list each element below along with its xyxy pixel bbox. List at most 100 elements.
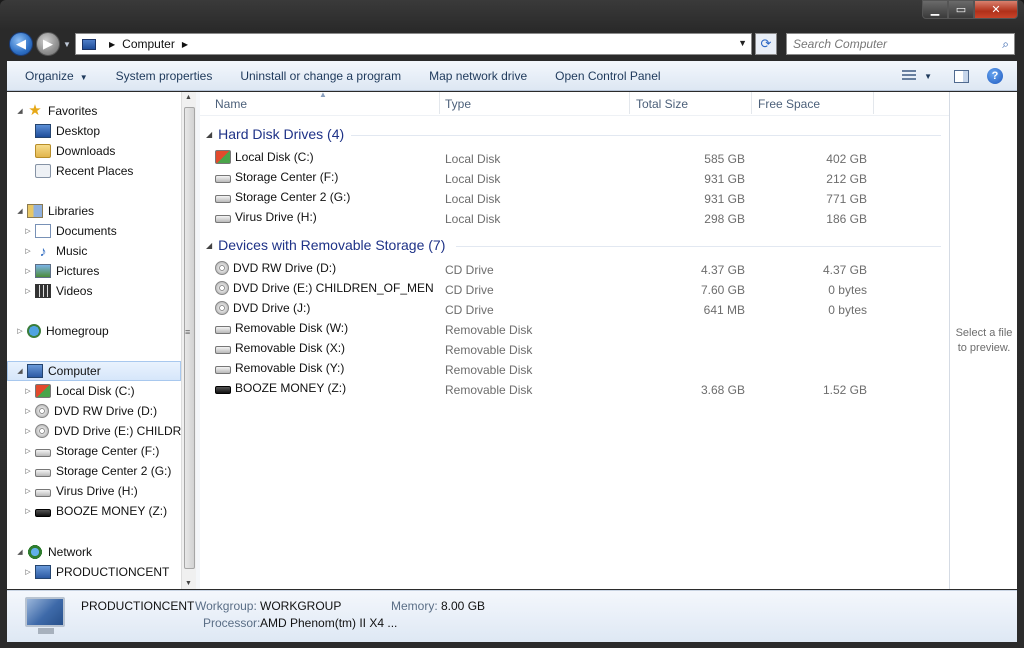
file-name[interactable]: DVD Drive (E:) CHILDREN_OF_MEN — [215, 281, 434, 295]
collapse-icon[interactable]: ◢ — [206, 130, 212, 139]
tree-videos[interactable]: ▷ Videos — [23, 281, 92, 300]
view-options-dropdown[interactable]: ▼ — [924, 72, 932, 81]
file-name[interactable]: Removable Disk (X:) — [215, 341, 345, 355]
expand-icon[interactable]: ▷ — [23, 387, 33, 395]
column-divider[interactable] — [873, 92, 874, 114]
tree-drive[interactable]: ▷ DVD RW Drive (D:) — [23, 401, 157, 420]
column-total-size[interactable]: Total Size — [636, 97, 688, 111]
refresh-button[interactable]: ⟳ — [755, 33, 777, 55]
file-row[interactable]: Removable Disk (W:) Removable Disk — [200, 319, 949, 339]
expand-icon[interactable]: ▷ — [23, 227, 33, 235]
file-row[interactable]: DVD Drive (E:) CHILDREN_OF_MEN CD Drive 7.… — [200, 279, 949, 299]
scroll-down-icon[interactable]: ▼ — [185, 580, 192, 587]
search-input[interactable]: Search Computer ⌕ — [786, 33, 1015, 55]
system-properties-button[interactable]: System properties — [102, 69, 227, 83]
minimize-button[interactable]: ▁ — [922, 0, 948, 19]
file-name[interactable]: DVD RW Drive (D:) — [215, 261, 336, 275]
map-network-drive-button[interactable]: Map network drive — [415, 69, 541, 83]
column-divider[interactable] — [439, 92, 440, 114]
hard-drive-icon — [215, 195, 231, 203]
collapse-icon[interactable]: ◢ — [15, 207, 25, 215]
file-name[interactable]: Removable Disk (Y:) — [215, 361, 344, 375]
expand-icon[interactable]: ▷ — [23, 427, 33, 435]
column-name[interactable]: Name — [215, 97, 247, 111]
breadcrumb-separator[interactable]: ▶ — [109, 40, 115, 49]
tree-recent-places[interactable]: Recent Places — [35, 161, 133, 180]
tree-downloads[interactable]: Downloads — [35, 141, 115, 160]
expand-icon[interactable]: ▷ — [23, 287, 33, 295]
collapse-icon[interactable]: ◢ — [15, 107, 25, 115]
column-divider[interactable] — [751, 92, 752, 114]
file-row[interactable]: Storage Center 2 (G:) Local Disk 931 GB 771… — [200, 188, 949, 208]
preview-pane-toggle-icon[interactable] — [954, 69, 969, 83]
breadcrumb-separator[interactable]: ▶ — [182, 40, 188, 49]
tree-drive[interactable]: ▷ Local Disk (C:) — [23, 381, 135, 400]
tree-drive[interactable]: ▷ BOOZE MONEY (Z:) — [23, 501, 167, 520]
file-row[interactable]: DVD RW Drive (D:) CD Drive 4.37 GB 4.37 GB — [200, 259, 949, 279]
tree-music[interactable]: ▷ ♪ Music — [23, 241, 87, 260]
tree-favorites[interactable]: ◢ ★ Favorites — [15, 101, 97, 120]
tree-documents[interactable]: ▷ Documents — [23, 221, 117, 240]
navigation-scrollbar[interactable]: ▲ ≡ ▼ — [181, 92, 196, 589]
group-header-removable-storage[interactable]: ◢ Devices with Removable Storage (7) — [206, 235, 941, 255]
collapse-icon[interactable]: ◢ — [15, 548, 25, 556]
uninstall-program-button[interactable]: Uninstall or change a program — [226, 69, 415, 83]
address-bar[interactable]: ▶ Computer ▶ ▼ — [75, 33, 752, 55]
tree-computer[interactable]: ◢ Computer — [15, 361, 101, 380]
tree-drive[interactable]: ▷ Storage Center (F:) — [23, 441, 159, 460]
maximize-button[interactable]: ▭ — [948, 0, 974, 19]
column-free-space[interactable]: Free Space — [758, 97, 820, 111]
expand-icon[interactable]: ▷ — [15, 327, 25, 335]
tree-homegroup[interactable]: ▷ Homegroup — [15, 321, 109, 340]
help-icon[interactable]: ? — [987, 68, 1003, 84]
forward-button[interactable]: ▶ — [36, 32, 60, 56]
file-name[interactable]: Removable Disk (W:) — [215, 321, 348, 335]
expand-icon[interactable]: ▷ — [23, 447, 33, 455]
file-row[interactable]: Virus Drive (H:) Local Disk 298 GB 186 GB — [200, 208, 949, 228]
file-name[interactable]: BOOZE MONEY (Z:) — [215, 381, 346, 395]
expand-icon[interactable]: ▷ — [23, 407, 33, 415]
expand-icon[interactable]: ▷ — [23, 267, 33, 275]
scroll-up-icon[interactable]: ▲ — [185, 94, 192, 101]
tree-network[interactable]: ◢ Network — [15, 542, 92, 561]
file-row[interactable]: Removable Disk (X:) Removable Disk — [200, 339, 949, 359]
close-button[interactable]: ✕ — [974, 0, 1018, 19]
file-name[interactable]: Local Disk (C:) — [215, 150, 314, 164]
tree-desktop[interactable]: Desktop — [35, 121, 100, 140]
expand-icon[interactable]: ▷ — [23, 247, 33, 255]
search-icon[interactable]: ⌕ — [1002, 37, 1009, 52]
open-control-panel-button[interactable]: Open Control Panel — [541, 69, 674, 83]
file-row[interactable]: Removable Disk (Y:) Removable Disk — [200, 359, 949, 379]
expand-icon[interactable]: ▷ — [23, 507, 33, 515]
tree-libraries[interactable]: ◢ Libraries — [15, 201, 94, 220]
file-name[interactable]: Storage Center (F:) — [215, 170, 338, 184]
tree-drive[interactable]: ▷ DVD Drive (E:) CHILDREN_OF_MEN — [23, 421, 181, 440]
address-dropdown-icon[interactable]: ▼ — [738, 38, 747, 48]
column-divider[interactable] — [629, 92, 630, 114]
collapse-icon[interactable]: ◢ — [206, 241, 212, 250]
file-row[interactable]: Storage Center (F:) Local Disk 931 GB 212 G… — [200, 168, 949, 188]
file-row[interactable]: BOOZE MONEY (Z:) Removable Disk 3.68 GB 1.5… — [200, 379, 949, 399]
file-name[interactable]: DVD Drive (J:) — [215, 301, 310, 315]
tree-drive[interactable]: ▷ Storage Center 2 (G:) — [23, 461, 171, 480]
file-row[interactable]: Local Disk (C:) Local Disk 585 GB 402 GB — [200, 148, 949, 168]
column-type[interactable]: Type — [445, 97, 471, 111]
tree-pictures[interactable]: ▷ Pictures — [23, 261, 99, 280]
back-button[interactable]: ◀ — [9, 32, 33, 56]
file-name[interactable]: Storage Center 2 (G:) — [215, 190, 350, 204]
free-space: 0 bytes — [828, 283, 867, 297]
file-name[interactable]: Virus Drive (H:) — [215, 210, 317, 224]
scroll-thumb[interactable] — [184, 107, 195, 569]
tree-drive[interactable]: ▷ Virus Drive (H:) — [23, 481, 138, 500]
organize-menu[interactable]: Organize ▼ — [7, 69, 102, 83]
breadcrumb-computer[interactable]: Computer — [122, 37, 175, 51]
file-row[interactable]: DVD Drive (J:) CD Drive 641 MB 0 bytes — [200, 299, 949, 319]
collapse-icon[interactable]: ◢ — [15, 367, 25, 375]
tree-network-computer[interactable]: ▷ PRODUCTIONCENT — [23, 562, 169, 581]
group-header-hard-disk-drives[interactable]: ◢ Hard Disk Drives (4) — [206, 124, 941, 144]
expand-icon[interactable]: ▷ — [23, 467, 33, 475]
expand-icon[interactable]: ▷ — [23, 487, 33, 495]
change-view-icon[interactable] — [902, 70, 917, 82]
recent-pages-dropdown[interactable]: ▼ — [63, 40, 71, 49]
expand-icon[interactable]: ▷ — [23, 568, 33, 576]
